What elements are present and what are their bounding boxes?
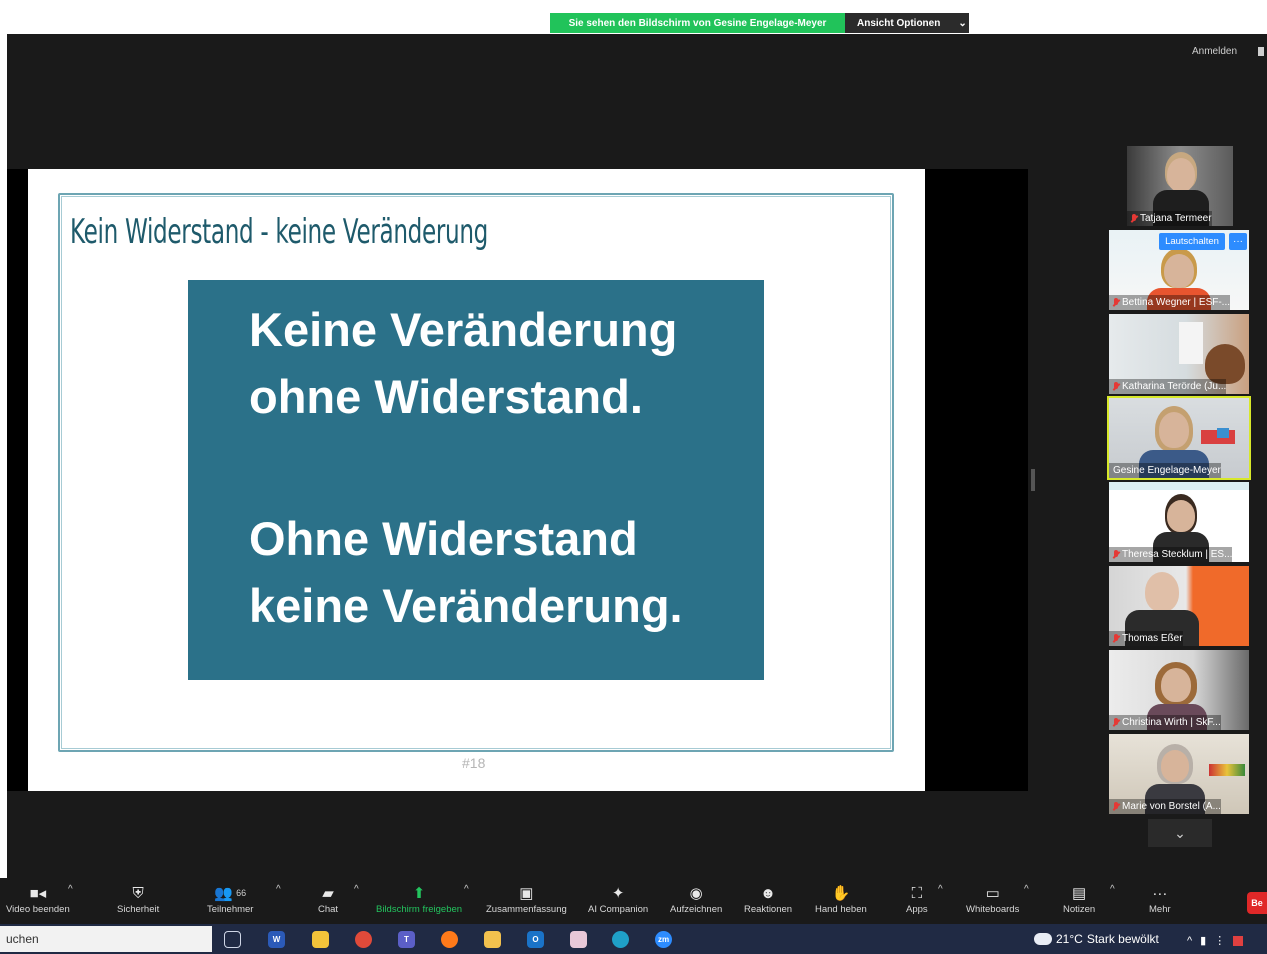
edge-icon[interactable] xyxy=(612,931,629,948)
notification-icon[interactable] xyxy=(1233,935,1244,946)
word-icon[interactable]: W xyxy=(268,931,285,948)
quote-line-2: ohne Widerstand. xyxy=(249,370,643,423)
more-button[interactable]: ··· Mehr xyxy=(1149,882,1171,916)
participant-tile[interactable]: Theresa Stecklum | ES... xyxy=(1109,482,1249,562)
muted-mic-icon xyxy=(1113,549,1119,560)
more-dots-icon: ··· xyxy=(1152,884,1168,902)
share-screen-button[interactable]: ⬆ Bildschirm freigeben xyxy=(376,882,462,915)
record-button[interactable]: ◉ Aufzeichnen xyxy=(670,882,722,915)
firefox-icon[interactable] xyxy=(441,931,458,948)
participant-tile[interactable]: Katharina Terörde (Ju... xyxy=(1109,314,1249,394)
muted-mic-icon xyxy=(1113,297,1119,308)
document-icon: ▣ xyxy=(519,885,534,902)
participants-icon: 👥 66 xyxy=(214,885,247,902)
end-meeting-button[interactable]: Be xyxy=(1247,892,1267,914)
network-icon[interactable]: ⋮ xyxy=(1214,934,1225,947)
chevron-up-icon[interactable]: ^ xyxy=(1187,935,1192,947)
participant-name: Gesine Engelage-Meyer xyxy=(1109,463,1221,478)
share-screen-icon: ⬆ xyxy=(412,885,426,902)
notes-button[interactable]: ▤ Notizen xyxy=(1063,882,1095,915)
security-button[interactable]: ⛨ Sicherheit xyxy=(117,882,159,916)
panel-splitter-handle[interactable] xyxy=(1031,469,1035,491)
muted-mic-icon xyxy=(1113,633,1119,644)
record-icon: ◉ xyxy=(689,885,703,902)
summary-button[interactable]: ▣ Zusammenfassung xyxy=(486,882,567,915)
chevron-down-icon: ⌄ xyxy=(1174,824,1186,841)
chat-bubble-icon: ▰ xyxy=(322,885,334,902)
task-view-icon[interactable] xyxy=(224,931,241,948)
video-options-caret[interactable]: ^ xyxy=(68,884,73,895)
participants-options-caret[interactable]: ^ xyxy=(276,884,281,895)
signin-link[interactable]: Anmelden xyxy=(1192,46,1237,57)
raise-hand-button[interactable]: ✋ Hand heben xyxy=(815,882,867,915)
participant-name: Katharina Terörde (Ju... xyxy=(1109,379,1227,394)
shield-icon: ⛨ xyxy=(132,884,144,902)
teams-icon[interactable]: T xyxy=(398,931,415,948)
notes-options-caret[interactable]: ^ xyxy=(1110,884,1115,895)
whiteboard-icon: ▭ xyxy=(985,885,1000,902)
apps-options-caret[interactable]: ^ xyxy=(938,884,943,895)
taskbar-search[interactable]: uchen xyxy=(0,926,212,952)
slide-title: Kein Widerstand - keine Veränderung xyxy=(70,212,488,252)
slide-number: #18 xyxy=(462,755,486,771)
view-options-label: Ansicht Optionen xyxy=(857,17,941,29)
store-icon[interactable] xyxy=(312,931,329,948)
app-icon[interactable] xyxy=(570,931,587,948)
sparkle-icon: ✦ xyxy=(611,885,625,902)
scroll-participants-down-button[interactable]: ⌄ xyxy=(1148,819,1212,847)
emoji-icon: ☻ xyxy=(760,884,776,902)
file-explorer-icon[interactable] xyxy=(484,931,501,948)
screen-share-banner: Sie sehen den Bildschirm von Gesine Enge… xyxy=(550,13,845,33)
muted-mic-icon xyxy=(1113,381,1119,392)
share-banner-text: Sie sehen den Bildschirm von Gesine Enge… xyxy=(568,17,827,29)
participant-name: Thomas Eßer xyxy=(1109,631,1183,646)
participant-tile[interactable]: Thomas Eßer xyxy=(1109,566,1249,646)
participant-name: Tatjana Termeer xyxy=(1127,211,1212,226)
participant-tile[interactable]: Tatjana Termeer xyxy=(1127,146,1233,226)
participant-name: Christina Wirth | SkF... xyxy=(1109,715,1221,730)
muted-mic-icon xyxy=(1113,717,1119,728)
ai-companion-button[interactable]: ✦ AI Companion xyxy=(588,882,648,915)
participant-name: Theresa Stecklum | ES... xyxy=(1109,547,1233,562)
quote-line-3: Ohne Widerstand xyxy=(249,512,638,565)
microphone-icon[interactable]: ▮ xyxy=(1200,934,1206,947)
participant-tile[interactable]: Marie von Borstel (A... xyxy=(1109,734,1249,814)
quote-line-1: Keine Veränderung xyxy=(249,303,678,356)
video-button[interactable]: ■◂ Video beenden xyxy=(6,882,70,915)
unmute-button[interactable]: Lautschalten xyxy=(1159,233,1225,250)
quote-line-4: keine Veränderung. xyxy=(249,579,683,632)
chat-options-caret[interactable]: ^ xyxy=(354,884,359,895)
participant-tile[interactable]: Christina Wirth | SkF... xyxy=(1109,650,1249,730)
chevron-down-icon: ⌄ xyxy=(958,17,967,29)
weather-widget[interactable]: 21°C Stark bewölkt xyxy=(1034,928,1159,946)
participant-name: Marie von Borstel (A... xyxy=(1109,799,1221,814)
whiteboards-button[interactable]: ▭ Whiteboards xyxy=(966,882,1019,915)
chat-button[interactable]: ▰ Chat xyxy=(318,882,338,915)
hand-icon: ✋ xyxy=(831,885,851,902)
participant-name: Bettina Wegner | ESF-... xyxy=(1109,295,1231,310)
whiteboards-options-caret[interactable]: ^ xyxy=(1024,884,1029,895)
reactions-button[interactable]: ☻ Reaktionen xyxy=(744,882,792,916)
share-options-caret[interactable]: ^ xyxy=(464,884,469,895)
muted-mic-icon xyxy=(1131,213,1137,224)
muted-mic-icon xyxy=(1113,801,1119,812)
cloud-icon xyxy=(1034,928,1052,945)
system-tray[interactable]: ^ ▮ ⋮ xyxy=(1187,934,1244,947)
outlook-icon[interactable]: O xyxy=(527,931,544,948)
participant-tile-active-speaker[interactable]: Gesine Engelage-Meyer xyxy=(1107,396,1251,480)
apps-icon: ⛶ xyxy=(911,884,923,902)
chrome-icon[interactable] xyxy=(355,931,372,948)
notes-icon: ▤ xyxy=(1072,885,1087,902)
apps-button[interactable]: ⛶ Apps xyxy=(906,882,928,916)
view-options-button[interactable]: Ansicht Optionen ⌄ xyxy=(845,13,969,33)
participants-button[interactable]: 👥 66 Teilnehmer xyxy=(207,882,253,915)
more-options-button[interactable]: ··· xyxy=(1229,233,1247,250)
layout-icon[interactable] xyxy=(1258,47,1264,56)
video-camera-icon: ■◂ xyxy=(29,885,47,902)
zoom-icon[interactable]: zm xyxy=(655,931,672,948)
